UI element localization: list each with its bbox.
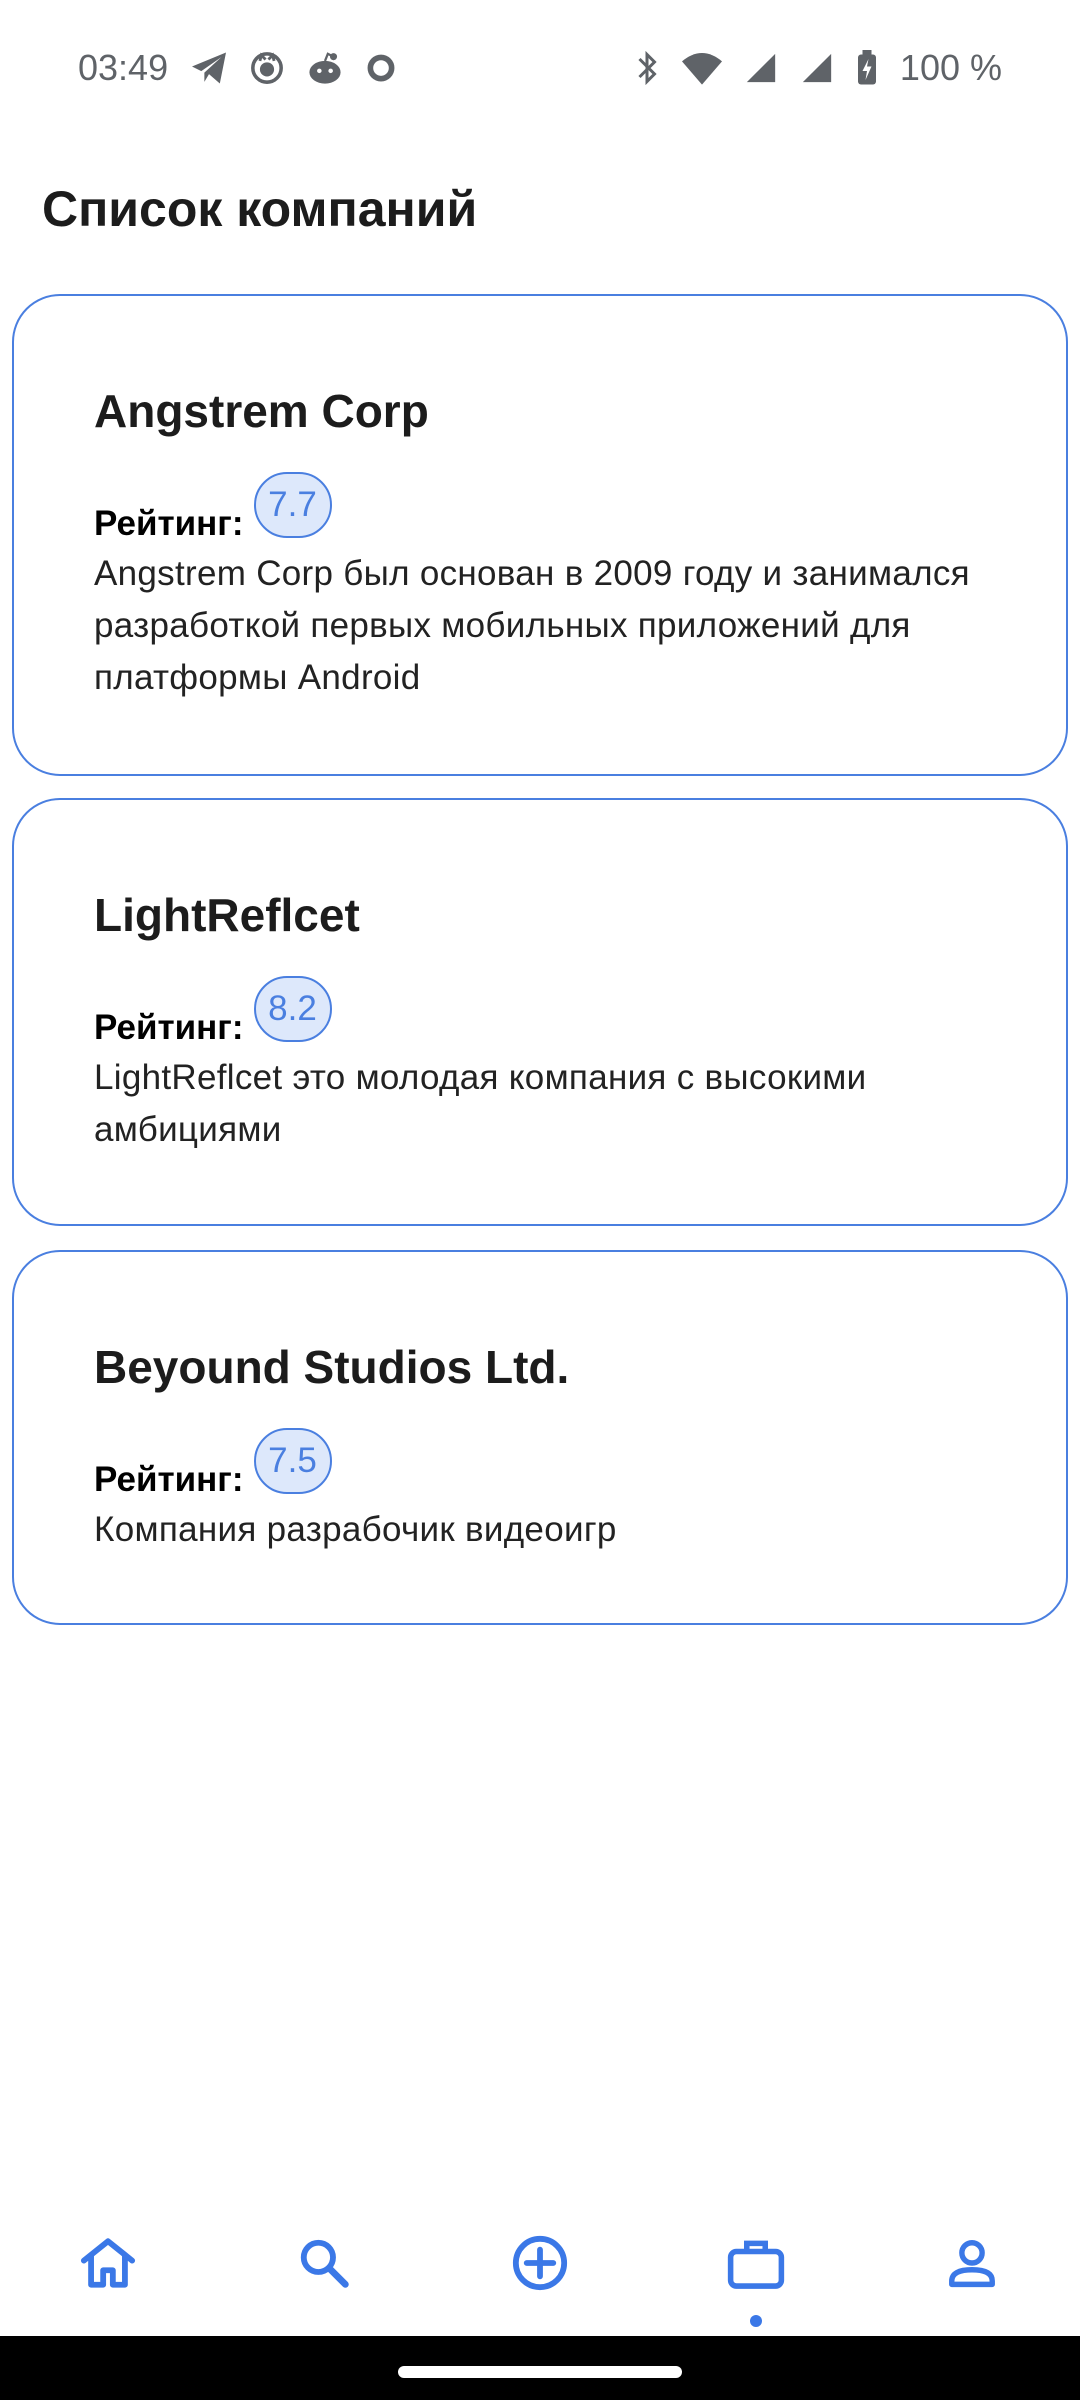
rating-row: Рейтинг: 7.7 [94,472,986,544]
home-icon [79,2236,137,2295]
wifi-icon [681,51,722,85]
rating-badge: 8.2 [253,976,332,1042]
status-bar: 03:49 100 % [0,0,1080,136]
nav-add[interactable] [480,2205,600,2325]
company-description: Компания разрабочик видеоигр [94,1510,617,1549]
company-name: Angstrem Corp [94,385,429,437]
company-card[interactable]: Beyound Studios Ltd. Рейтинг: 7.5 Компан… [12,1250,1068,1625]
person-icon [945,2236,999,2295]
company-description: LightReflcet это молодая компания с высо… [94,1058,867,1149]
rating-label: Рейтинг: [94,504,244,543]
nav-profile[interactable] [912,2205,1032,2325]
status-right: 100 % [634,47,1002,89]
nav-home[interactable] [48,2205,168,2325]
nav-companies[interactable] [696,2205,816,2327]
circle-icon [366,53,396,83]
briefcase-icon [726,2235,786,2296]
battery-charging-icon [856,50,878,86]
rating-label: Рейтинг: [94,1008,244,1047]
status-left: 03:49 [78,47,396,89]
gesture-handle[interactable] [398,2366,682,2378]
company-card[interactable]: Angstrem Corp Рейтинг: 7.7 Angstrem Corp… [12,294,1068,776]
search-icon [297,2236,351,2295]
company-name: LightReflcet [94,889,360,941]
telegram-icon [190,51,228,85]
nav-search[interactable] [264,2205,384,2325]
rating-label: Рейтинг: [94,1460,244,1499]
gesture-nav-area [0,2336,1080,2400]
page-title: Список компаний [42,181,478,237]
active-indicator-dot [750,2315,762,2327]
rating-row: Рейтинг: 7.5 [94,1428,986,1500]
signal-icon [800,51,834,85]
signal-icon [744,51,778,85]
rating-row: Рейтинг: 8.2 [94,976,986,1048]
status-time: 03:49 [78,47,169,88]
company-description: Angstrem Corp был основан в 2009 году и … [94,554,970,697]
github-icon [250,51,284,85]
add-circle-icon [511,2234,569,2297]
bluetooth-icon [634,50,660,86]
reddit-icon [306,51,344,85]
company-name: Beyound Studios Ltd. [94,1341,570,1393]
company-card[interactable]: LightReflcet Рейтинг: 8.2 LightReflcet э… [12,798,1068,1226]
battery-percent: 100 % [899,47,1002,88]
rating-badge: 7.7 [253,472,332,538]
rating-badge: 7.5 [253,1428,332,1494]
screen: 03:49 100 % Список компаний Angstrem Cor… [0,0,1080,2400]
bottom-nav [0,2200,1080,2330]
